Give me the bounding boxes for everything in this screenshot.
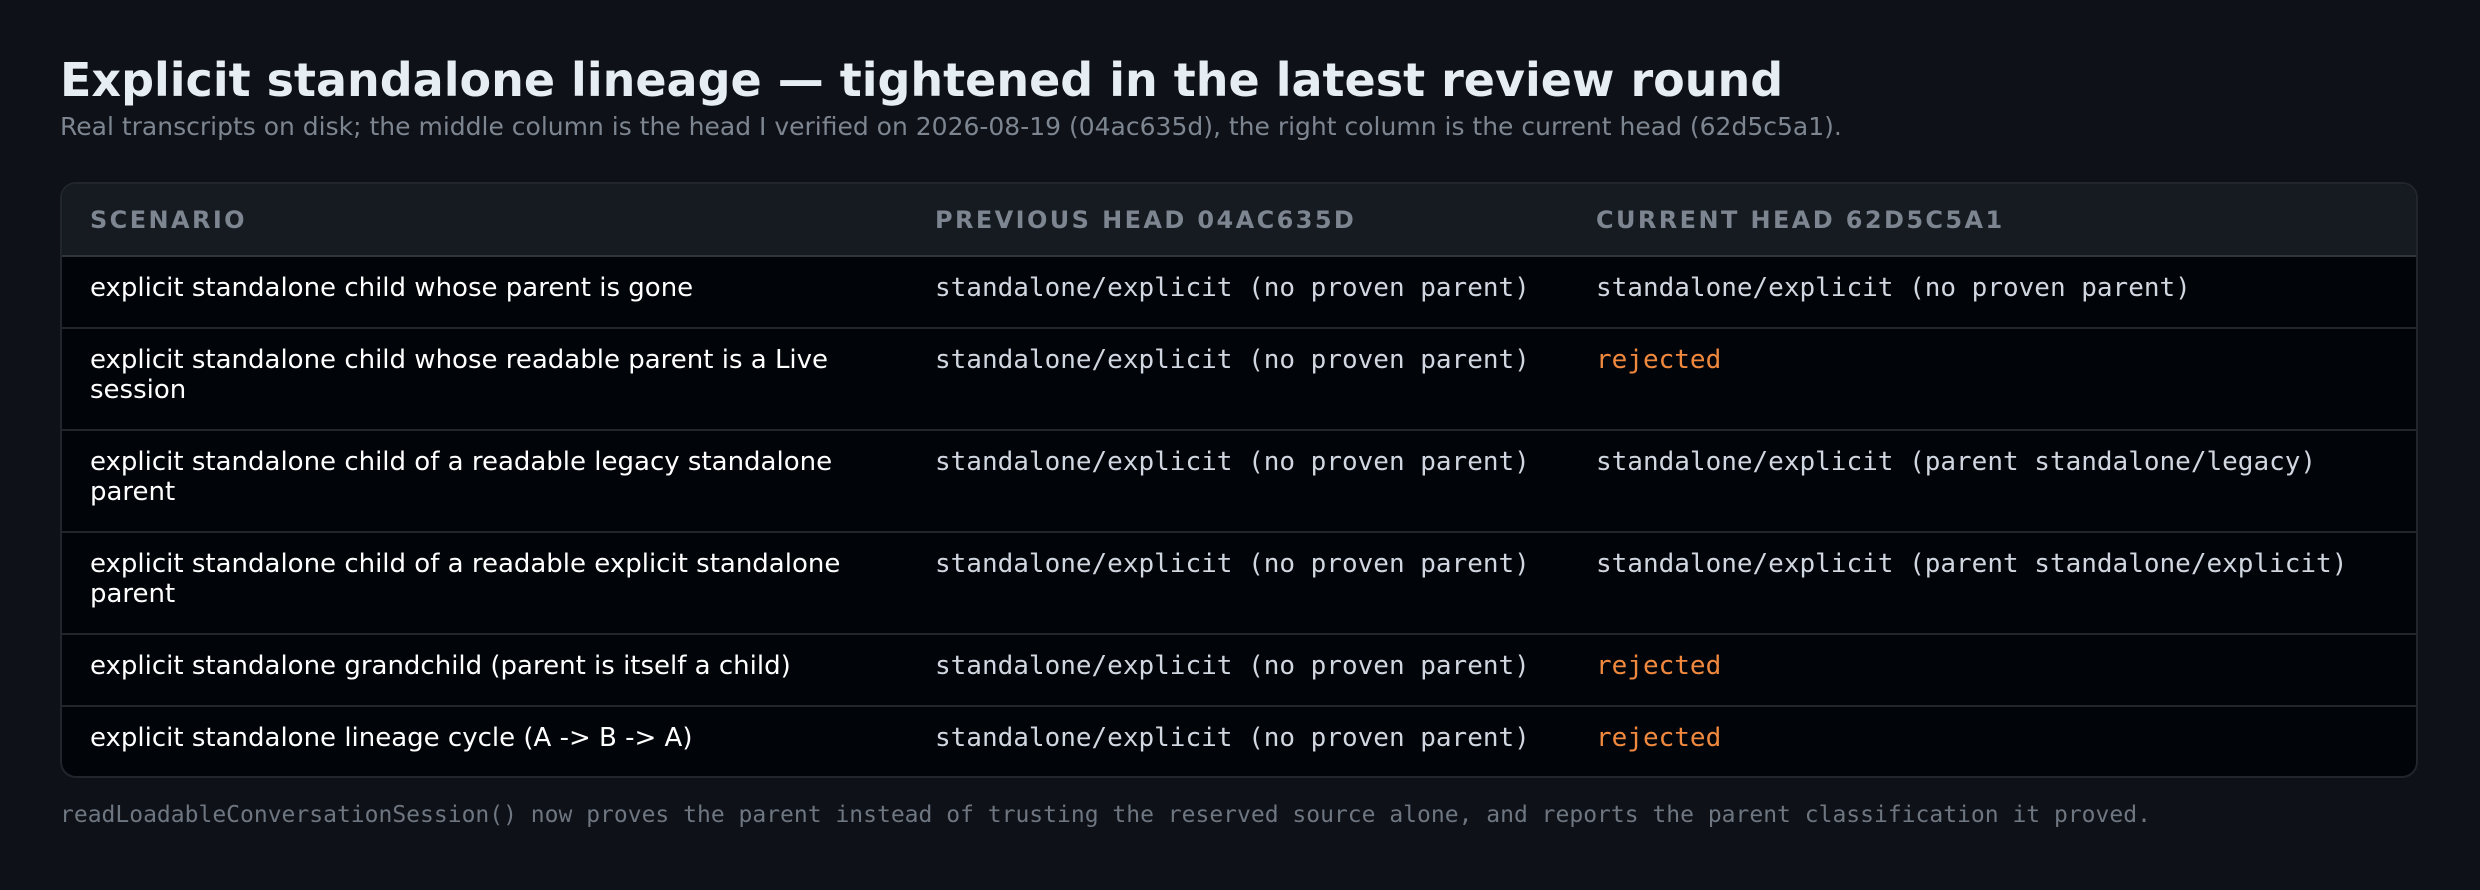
comparison-table: SCENARIO PREVIOUS HEAD 04AC635D CURRENT …	[62, 184, 2416, 776]
previous-head-cell: standalone/explicit (no proven parent)	[935, 430, 1596, 533]
table-header-row: SCENARIO PREVIOUS HEAD 04AC635D CURRENT …	[62, 184, 2416, 257]
table-row: explicit standalone lineage cycle (A -> …	[62, 706, 2416, 776]
table-row: explicit standalone child whose parent i…	[62, 256, 2416, 329]
column-header-previous-head: PREVIOUS HEAD 04AC635D	[935, 184, 1596, 257]
current-head-cell-rejected: rejected	[1596, 328, 2416, 431]
page-title: Explicit standalone lineage — tightened …	[60, 53, 1784, 107]
scenario-cell: explicit standalone child of a readable …	[62, 532, 935, 635]
table-row: explicit standalone child of a readable …	[62, 532, 2416, 635]
footnote: readLoadableConversationSession() now pr…	[60, 802, 2151, 828]
comparison-table-card: SCENARIO PREVIOUS HEAD 04AC635D CURRENT …	[60, 182, 2418, 778]
previous-head-cell: standalone/explicit (no proven parent)	[935, 532, 1596, 635]
scenario-cell: explicit standalone grandchild (parent i…	[62, 634, 935, 707]
column-header-scenario: SCENARIO	[62, 184, 935, 257]
scenario-cell: explicit standalone child of a readable …	[62, 430, 935, 533]
current-head-cell: standalone/explicit (no proven parent)	[1596, 256, 2416, 329]
previous-head-cell: standalone/explicit (no proven parent)	[935, 723, 1530, 753]
current-head-cell: standalone/explicit (parent standalone/e…	[1596, 532, 2416, 635]
page-subtitle: Real transcripts on disk; the middle col…	[60, 112, 1842, 141]
previous-head-cell: standalone/explicit (no proven parent)	[935, 634, 1596, 707]
scenario-cell: explicit standalone child whose readable…	[62, 328, 935, 431]
previous-head-cell: standalone/explicit (no proven parent)	[935, 256, 1596, 329]
current-head-cell-rejected: rejected	[1596, 723, 1722, 753]
scenario-cell: explicit standalone child whose parent i…	[62, 256, 935, 329]
scenario-cell: explicit standalone lineage cycle (A -> …	[90, 723, 693, 753]
previous-head-cell: standalone/explicit (no proven parent)	[935, 328, 1596, 431]
column-header-current-head: CURRENT HEAD 62D5C5A1	[1596, 184, 2416, 257]
current-head-cell: standalone/explicit (parent standalone/l…	[1596, 430, 2416, 533]
table-row: explicit standalone grandchild (parent i…	[62, 634, 2416, 707]
current-head-cell-rejected: rejected	[1596, 634, 2416, 707]
table-row: explicit standalone child of a readable …	[62, 430, 2416, 533]
table-row: explicit standalone child whose readable…	[62, 328, 2416, 431]
